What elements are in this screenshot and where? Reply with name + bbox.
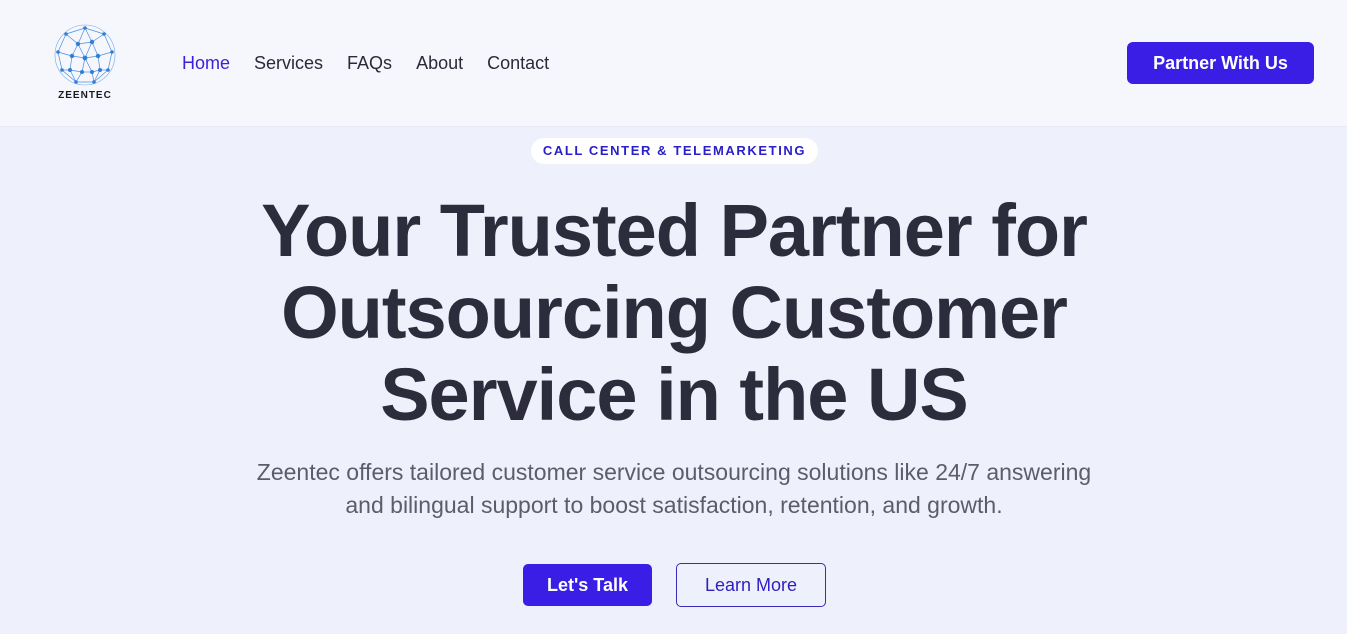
learn-more-button[interactable]: Learn More [676,563,826,607]
site-header: ZEENTEC Home Services FAQs About Contact… [0,0,1347,127]
nav-item-services[interactable]: Services [254,50,323,76]
main-nav: Home Services FAQs About Contact [182,50,549,76]
logo-wordmark: ZEENTEC [58,90,112,101]
hero-title-line: Your Trusted Partner for [261,189,1088,272]
hero-title: Your Trusted Partner for Outsourcing Cus… [174,190,1174,436]
logo[interactable]: ZEENTEC [48,20,122,104]
nav-item-contact[interactable]: Contact [487,50,549,76]
hero-title-line: Outsourcing Customer [281,271,1068,354]
hero-title-line: Service in the US [380,353,969,436]
hero-subtitle: Zeentec offers tailored customer service… [214,456,1134,522]
hero-subtitle-line: and bilingual support to boost satisfact… [345,492,1003,518]
hero-subtitle-line: Zeentec offers tailored customer service… [256,459,1092,485]
network-globe-icon [54,24,116,86]
nav-item-home[interactable]: Home [182,50,230,76]
nav-item-about[interactable]: About [416,50,463,76]
lets-talk-button[interactable]: Let's Talk [523,564,652,606]
partner-with-us-button[interactable]: Partner With Us [1127,42,1314,84]
nav-item-faqs[interactable]: FAQs [347,50,392,76]
category-badge: CALL CENTER & TELEMARKETING [531,138,818,164]
page: ZEENTEC Home Services FAQs About Contact… [0,0,1347,634]
